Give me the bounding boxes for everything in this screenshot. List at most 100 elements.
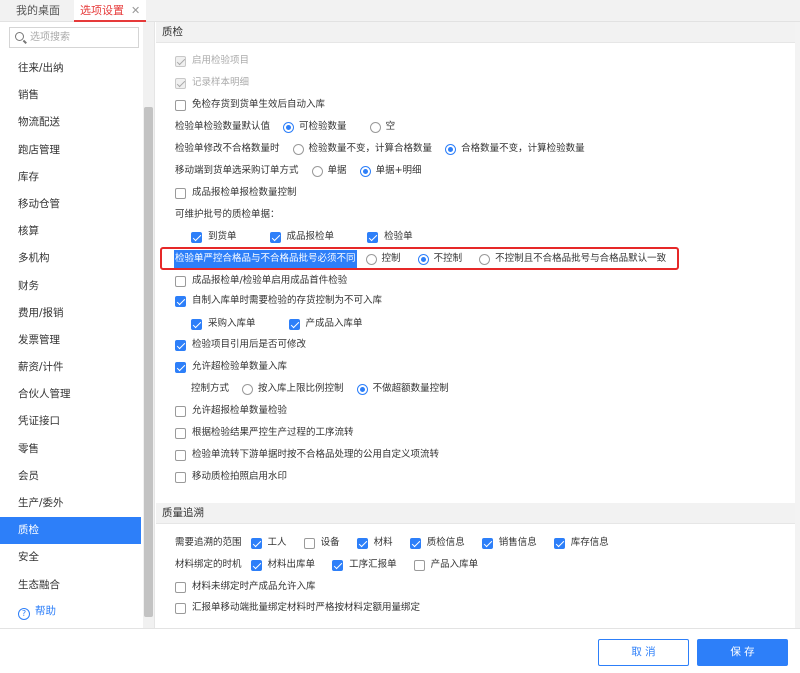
checkbox[interactable] [269,231,281,243]
checkbox[interactable] [175,99,186,111]
cancel-button[interactable]: 取 消 [598,639,689,666]
radio[interactable] [242,383,254,395]
tab-bar: 我的桌面 选项设置 ✕ [0,0,800,22]
checkbox[interactable] [356,537,368,549]
checkbox[interactable] [175,581,186,593]
checkbox[interactable] [175,275,186,287]
option-auto-stock-in[interactable]: 免检存货到货单生效后自动入库 [175,96,325,114]
section-header-qc: 质检 [156,22,800,43]
tab-my-desktop[interactable]: 我的桌面 [16,0,60,22]
sidebar-item-logistics[interactable]: 物流配送 [0,109,141,136]
option-mobile-watermark[interactable]: 移动质检拍照启用水印 [175,468,287,486]
radio[interactable] [365,253,377,265]
option-item-ref-locked[interactable]: 检验项目引用后是否可修改 [175,336,306,354]
checkbox[interactable] [175,339,186,351]
sidebar-item-sales[interactable]: 销售 [0,82,141,109]
radio[interactable] [417,253,429,265]
search-box [9,27,139,48]
search-highlight: 检验单严控合格品与不合格品批号必须不同 [174,250,357,268]
radio[interactable] [369,121,381,133]
close-icon[interactable]: ✕ [131,4,140,17]
checkbox[interactable] [409,537,421,549]
option-enable-item[interactable]: 启用检验项目 [175,52,249,70]
sidebar-item-partner[interactable]: 合伙人管理 [0,381,141,408]
checkbox[interactable] [175,295,186,307]
option-batch-consistent: 检验单严控合格品与不合格品批号必须不同 控制 不控制 不控制且不合格品批号与合格… [174,250,666,268]
save-button[interactable]: 保 存 [697,639,788,666]
checkbox[interactable] [303,537,315,549]
sidebar-item-help[interactable]: ? 帮助 [0,599,141,623]
main-scrollbar[interactable] [795,22,800,628]
sidebar-item-voucher[interactable]: 凭证接口 [0,408,141,435]
radio[interactable] [311,165,323,177]
checkbox[interactable] [175,55,186,67]
checkbox[interactable] [175,602,186,614]
option-modify-unqualified: 检验单修改不合格数量时 检验数量不变，计算合格数量 合格数量不变，计算检验数量 [175,143,585,155]
radio[interactable] [283,121,295,133]
option-downstream-custom[interactable]: 检验单流转下游单据时按不合格品处理的公用自定义项流转 [175,446,439,464]
option-mobile-ref: 移动端到货单选采购订单方式 单据 单据+明细 [175,165,422,177]
option-strict-process[interactable]: 根据检验结果严控生产过程的工序流转 [175,424,354,442]
search-icon [15,32,24,41]
checkbox[interactable] [175,449,186,461]
tab-options-settings-label: 选项设置 [80,4,124,17]
radio[interactable] [292,143,304,155]
search-input[interactable] [30,30,135,45]
radio[interactable] [479,253,491,265]
sidebar-item-member[interactable]: 会员 [0,463,141,490]
sidebar-item-invoice[interactable]: 发票管理 [0,327,141,354]
sidebar-item-finance[interactable]: 财务 [0,273,141,300]
option-mobile-batch-bind[interactable]: 汇报单移动端批量绑定材料时严格按材料定额用量绑定 [175,599,420,617]
radio[interactable] [445,143,457,155]
checkbox[interactable] [413,559,425,571]
sidebar-item-mobile-warehouse[interactable]: 移动仓管 [0,191,141,218]
checkbox[interactable] [553,537,565,549]
checkbox[interactable] [481,537,493,549]
sidebar-item-security[interactable]: 安全 [0,544,141,571]
checkbox[interactable] [288,318,300,330]
help-label: 帮助 [35,604,56,617]
tab-options-settings[interactable]: 选项设置 ✕ [74,0,147,22]
settings-panel: 质检 启用检验项目 记录样本明细 免检存货到货单生效后自动入库 检验单检验数量默… [156,22,800,628]
checkbox[interactable] [191,318,202,330]
checkbox[interactable] [367,231,379,243]
checkbox[interactable] [175,471,186,483]
option-record-detail[interactable]: 记录样本明细 [175,74,249,92]
label-batch-docs: 可维护批号的质检单据： [175,209,280,220]
radio[interactable] [359,165,371,177]
checkbox[interactable] [191,231,202,243]
sidebar-item-payroll[interactable]: 薪资/计件 [0,354,141,381]
sidebar-item-retail[interactable]: 零售 [0,436,141,463]
checkbox[interactable] [332,559,344,571]
option-allow-over-report[interactable]: 允许超报检单数量检验 [175,402,287,420]
checkbox[interactable] [175,77,186,89]
sidebar-scrollbar-thumb[interactable] [144,107,153,617]
sidebar-nav: 往来/出纳 销售 物流配送 跑店管理 库存 移动仓管 核算 多机构 财务 费用/… [0,55,141,623]
sidebar-item-ecosystem[interactable]: 生态融合 [0,572,141,599]
sidebar: 往来/出纳 销售 物流配送 跑店管理 库存 移动仓管 核算 多机构 财务 费用/… [0,22,155,628]
sidebar-item-store-visit[interactable]: 跑店管理 [0,137,141,164]
sidebar-item-inventory[interactable]: 库存 [0,164,141,191]
checkbox[interactable] [175,361,186,373]
checkbox[interactable] [250,559,262,571]
option-control-mode: 控制方式 按入库上限比例控制 不做超额数量控制 [191,383,449,395]
option-product-report-ctrl[interactable]: 成品报检单报检数量控制 [175,184,297,202]
option-allow-over-stock-in[interactable]: 允许超检验单数量入库 [175,358,287,376]
checkbox[interactable] [175,187,186,199]
sidebar-item-expense[interactable]: 费用/报销 [0,300,141,327]
footer-bar: 取 消 保 存 [0,628,800,673]
sidebar-item-multi-org[interactable]: 多机构 [0,245,141,272]
sidebar-item-production[interactable]: 生产/委外 [0,490,141,517]
option-self-made-ctrl[interactable]: 自制入库单时需要检验的存货控制为不可入库 [175,292,382,310]
radio[interactable] [356,383,368,395]
sidebar-item-qc[interactable]: 质检 [0,517,141,545]
option-trace-scope: 需要追溯的范围 工人 设备 材料 质检信息 销售信息 库存信息 [175,537,609,549]
checkbox[interactable] [175,405,186,417]
option-first-piece[interactable]: 成品报检单/检验单启用成品首件检验 [175,272,347,290]
option-unbound-allow[interactable]: 材料未绑定时产成品允许入库 [175,578,316,596]
option-batch-docs: 到货单 成品报检单 检验单 [191,228,413,246]
sidebar-item-costing[interactable]: 核算 [0,218,141,245]
sidebar-item-accounts[interactable]: 往来/出纳 [0,55,141,82]
checkbox[interactable] [175,427,186,439]
checkbox[interactable] [250,537,262,549]
